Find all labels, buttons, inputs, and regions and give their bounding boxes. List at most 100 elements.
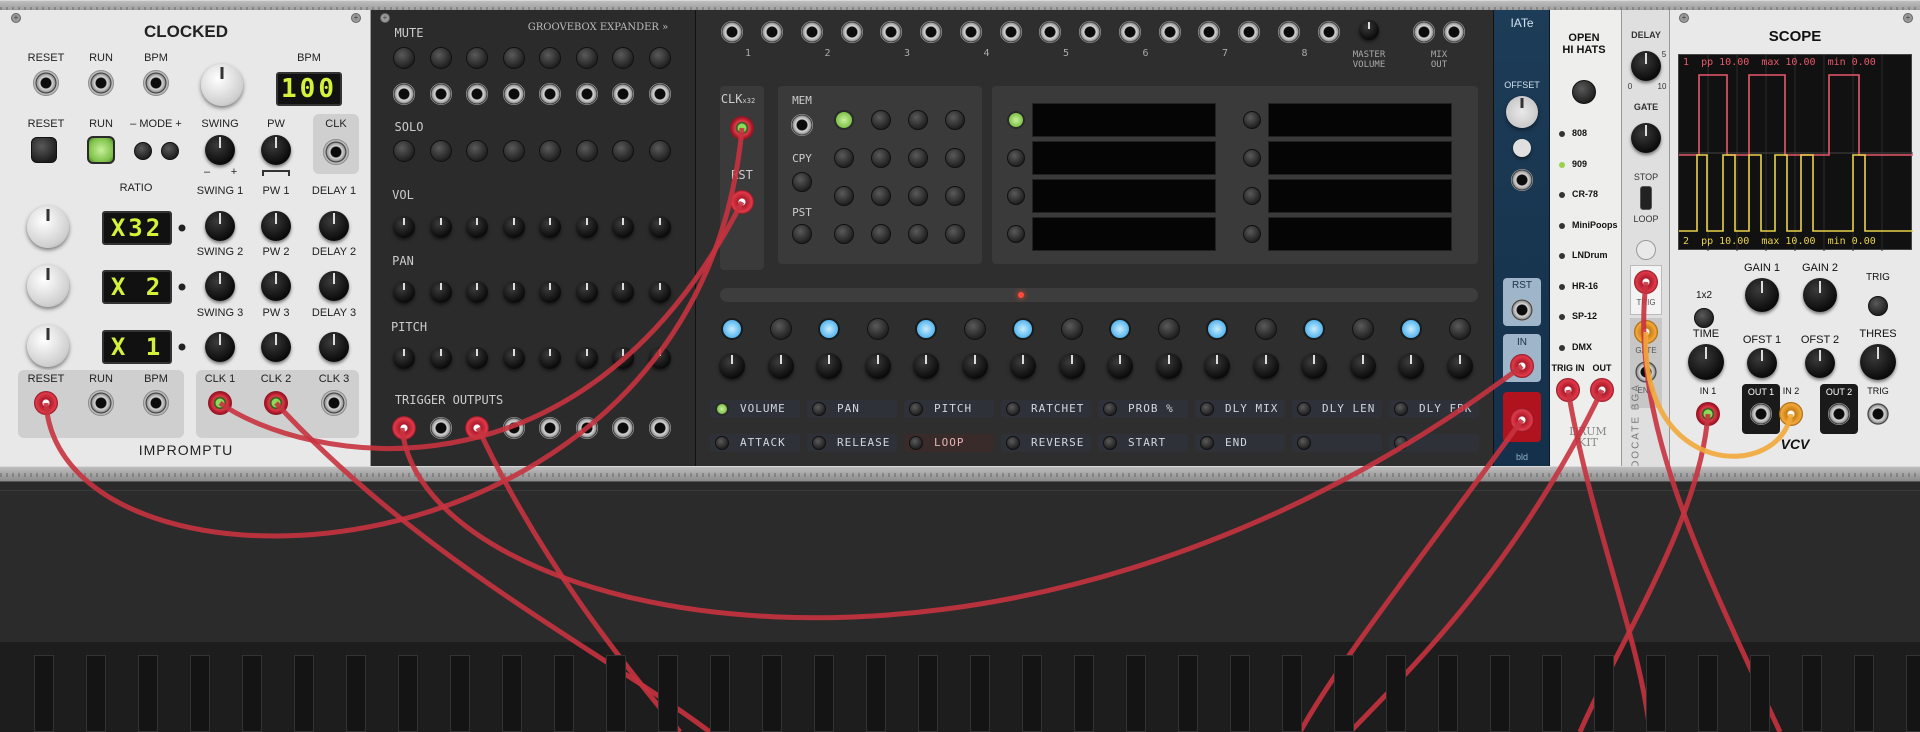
clocked-module[interactable]: CLOCKED + + RESET RUN BPM BPM 100 RESET …	[0, 10, 371, 466]
step-button[interactable]	[866, 318, 889, 340]
swing-knob[interactable]	[205, 135, 235, 165]
vol-knob[interactable]	[575, 216, 598, 238]
clk2-output-jack[interactable]	[264, 391, 288, 415]
mute-button[interactable]	[466, 47, 488, 69]
paste-button[interactable]	[792, 224, 812, 244]
reset-button[interactable]	[31, 137, 57, 163]
sample-display[interactable]	[1032, 179, 1216, 213]
sample-display[interactable]	[1032, 141, 1216, 175]
memory-slot-button[interactable]	[908, 110, 928, 130]
vol-knob[interactable]	[539, 216, 561, 238]
memory-slot-button[interactable]	[945, 186, 965, 206]
memory-slot-button[interactable]	[908, 224, 928, 244]
mem-jack[interactable]	[791, 114, 813, 136]
track-output-jack[interactable]	[1198, 21, 1220, 43]
sample-display[interactable]	[1268, 217, 1452, 251]
ratio1-knob[interactable]	[27, 206, 69, 248]
solo-button[interactable]	[612, 140, 634, 162]
track-output-jack[interactable]	[1277, 21, 1300, 43]
track-output-jack[interactable]	[1158, 21, 1181, 43]
track-output-jack[interactable]	[1079, 21, 1101, 43]
trigger-output-jack[interactable]	[502, 417, 525, 439]
sample-display[interactable]	[1268, 103, 1452, 137]
step-parameter-knob[interactable]	[1155, 353, 1182, 379]
pitch-knob[interactable]	[393, 347, 415, 369]
mute-button[interactable]	[502, 47, 525, 69]
pan-knob[interactable]	[648, 281, 671, 303]
vol-knob[interactable]	[612, 216, 634, 238]
mute-cv-jack[interactable]	[502, 83, 525, 105]
sample-display[interactable]	[1032, 103, 1216, 137]
end-out-jack[interactable]	[1635, 361, 1657, 383]
step-parameter-knob[interactable]	[1107, 353, 1133, 379]
pan-knob[interactable]	[466, 281, 488, 303]
gate-out-jack[interactable]	[1634, 320, 1658, 344]
clk3-output-jack[interactable]	[321, 390, 347, 416]
delay2-knob[interactable]	[319, 271, 349, 301]
step-parameter-knob[interactable]	[864, 353, 891, 379]
memory-slot-button[interactable]	[871, 224, 891, 244]
offset-knob[interactable]	[1506, 96, 1538, 128]
track-select-button[interactable]	[1243, 111, 1261, 129]
trigger-output-jack[interactable]	[392, 416, 416, 440]
time-knob[interactable]	[1688, 344, 1724, 380]
solo-button[interactable]	[429, 140, 452, 162]
empty-rack-row[interactable]	[0, 490, 1920, 642]
pw3-knob[interactable]	[261, 332, 291, 362]
mix-out-right-jack[interactable]	[1443, 21, 1465, 43]
ofst1-knob[interactable]	[1747, 348, 1777, 378]
swing1-knob[interactable]	[205, 211, 235, 241]
delay-knob[interactable]	[1631, 51, 1661, 81]
vol-knob[interactable]	[648, 216, 671, 238]
sample-display[interactable]	[1268, 141, 1452, 175]
iate-out-jack[interactable]	[1510, 408, 1534, 432]
mute-cv-jack[interactable]	[539, 83, 561, 105]
step-parameter-knob[interactable]	[1010, 353, 1036, 379]
mode-minus-button[interactable]	[134, 142, 152, 160]
memory-slot-button[interactable]	[834, 148, 854, 168]
step-parameter-knob[interactable]	[1349, 353, 1376, 379]
mute-cv-jack[interactable]	[393, 83, 415, 105]
offset-cv-knob[interactable]	[1513, 139, 1531, 157]
pitch-knob[interactable]	[612, 347, 634, 369]
swing2-knob[interactable]	[205, 271, 235, 301]
trigger-output-jack[interactable]	[539, 417, 561, 439]
track-output-jack[interactable]	[1118, 21, 1141, 43]
trigger-output-jack[interactable]	[575, 417, 598, 439]
sample-display[interactable]	[1268, 179, 1452, 213]
step-parameter-knob[interactable]	[1398, 353, 1424, 379]
vol-knob[interactable]	[429, 216, 452, 238]
copy-button[interactable]	[792, 172, 812, 192]
x1x2-button[interactable]	[1694, 308, 1714, 328]
track-output-jack[interactable]	[761, 21, 783, 43]
pw1-knob[interactable]	[261, 211, 291, 241]
track-output-jack[interactable]	[999, 21, 1022, 43]
track-select-button[interactable]	[1007, 225, 1025, 243]
scope-module[interactable]: + + SCOPE 1 pp 10.00 max 10.00 min 0.00 …	[1670, 10, 1920, 466]
step-button[interactable]	[915, 318, 937, 340]
trigger-output-jack[interactable]	[648, 417, 671, 439]
memory-slot-button[interactable]	[834, 224, 854, 244]
step-button[interactable]	[1109, 318, 1131, 340]
master-volume-knob[interactable]	[1359, 20, 1379, 40]
pw2-knob[interactable]	[261, 271, 291, 301]
track-output-jack[interactable]	[721, 21, 743, 43]
track-select-button[interactable]	[1007, 111, 1025, 129]
step-button[interactable]	[1400, 318, 1422, 340]
memory-slot-button[interactable]	[871, 110, 891, 130]
mute-cv-jack[interactable]	[612, 83, 634, 105]
mute-cv-jack[interactable]	[466, 83, 488, 105]
mute-cv-jack[interactable]	[575, 83, 598, 105]
memory-slot-button[interactable]	[945, 110, 965, 130]
step-parameter-knob[interactable]	[767, 353, 794, 379]
gate-knob[interactable]	[1631, 123, 1661, 153]
track-output-jack[interactable]	[1039, 21, 1061, 43]
gain2-knob[interactable]	[1803, 278, 1837, 312]
iate-rst-jack[interactable]	[1511, 299, 1533, 321]
step-button[interactable]	[1351, 318, 1374, 340]
mix-out-left-jack[interactable]	[1413, 21, 1435, 43]
step-button[interactable]	[963, 318, 986, 340]
step-parameter-knob[interactable]	[961, 353, 988, 379]
mode-plus-button[interactable]	[161, 142, 179, 160]
offset-cv-jack[interactable]	[1511, 169, 1533, 191]
